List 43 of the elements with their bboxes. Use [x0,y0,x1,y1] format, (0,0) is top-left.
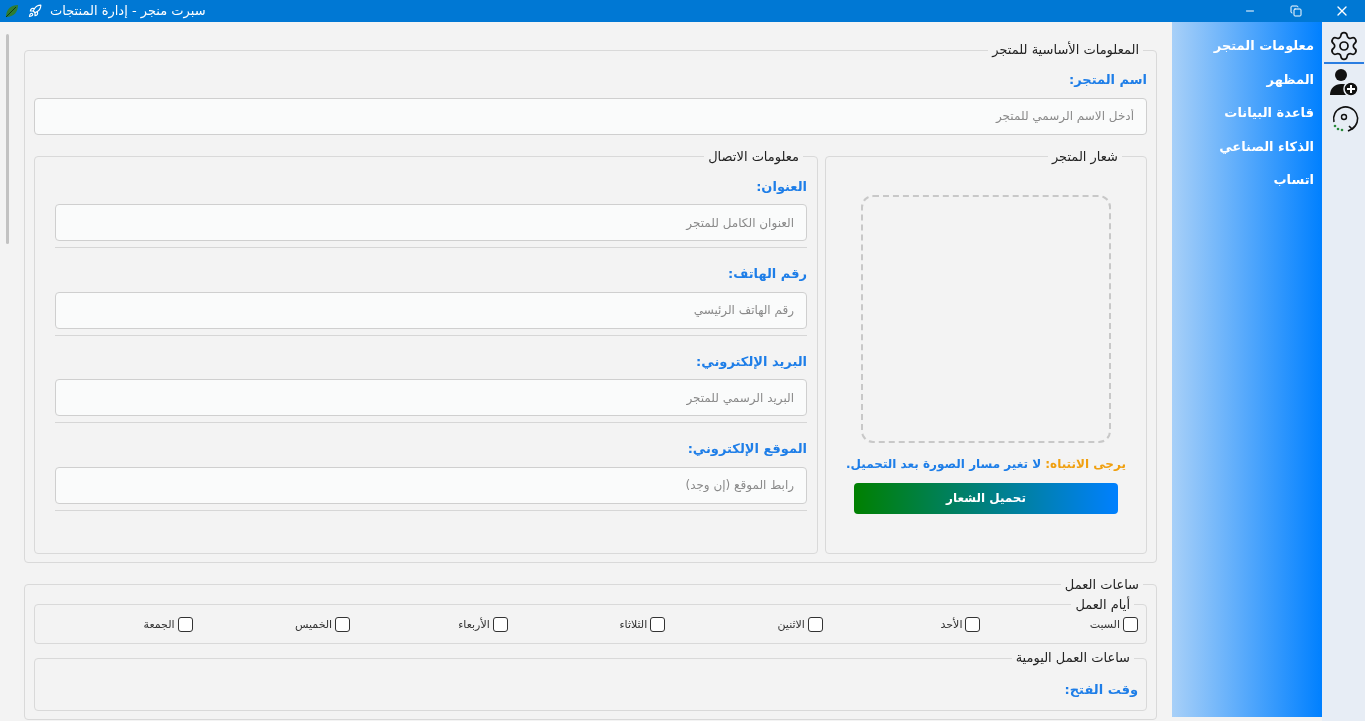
sidebar-item[interactable]: معلومات المتجر [1172,36,1322,56]
sidebar-item[interactable]: اتساب [1172,170,1322,190]
sidebar-item[interactable]: قاعدة البيانات [1172,103,1322,123]
input-field[interactable]: العنوان الكامل للمتجر [55,204,808,241]
field-label: وقت الفتح: [1063,681,1138,699]
checkbox[interactable] [177,617,193,633]
input-field[interactable]: رقم الهاتف الرئيسي [55,291,808,329]
section-title: المعلومات الأساسية للمتجر [990,42,1140,58]
section-title: معلومات الاتصال [707,148,801,165]
day-label: الأحد [940,616,963,633]
field-label: اسم المتجر: [1068,71,1147,89]
window-title: سبرت منجر - إدارة المنتجات [50,2,206,21]
day-label: الخميس [294,616,333,633]
sidebar-item[interactable]: الذكاء الصناعي [1172,136,1322,156]
checkbox[interactable] [492,617,508,633]
leaf-logo-icon [4,3,20,19]
section-title: شعار المتجر [1050,148,1119,165]
field-label: رقم الهاتف: [726,265,808,283]
checkbox[interactable] [965,617,981,633]
day-label: الثلاثاء [619,616,648,633]
day-label: الجمعة [143,616,175,633]
sidebar-item[interactable]: المظهر [1172,69,1322,89]
field-label: البريد الإلكتروني: [695,352,808,371]
upload-logo-button[interactable]: تحميل الشعار [854,482,1119,514]
day-label: الاثنين [777,616,805,633]
add-user-icon[interactable] [1327,66,1360,98]
day-label: السبت [1089,616,1120,633]
scrollbar[interactable] [6,34,9,244]
field-label: العنوان: [755,177,808,196]
day-label: الأربعاء [458,616,490,633]
section-title: أيام العمل [1074,596,1131,613]
input-field[interactable]: البريد الرسمي للمتجر [55,379,808,416]
checkbox[interactable] [335,617,351,633]
notice-text: يرجى الانتباه: لا تغير مسار الصورة بعد التحميل. [846,455,1126,473]
checkbox[interactable] [1123,617,1138,633]
checkbox[interactable] [807,617,823,633]
field-label: الموقع الإلكتروني: [686,440,808,458]
section-title: ساعات العمل اليومية [1014,650,1131,666]
rocket-icon [28,4,42,18]
restore-icon [1290,5,1302,17]
section-title: ساعات العمل [1063,576,1140,593]
checkbox[interactable] [650,617,666,633]
input-field[interactable]: رابط الموقع (إن وجد) [55,466,808,504]
